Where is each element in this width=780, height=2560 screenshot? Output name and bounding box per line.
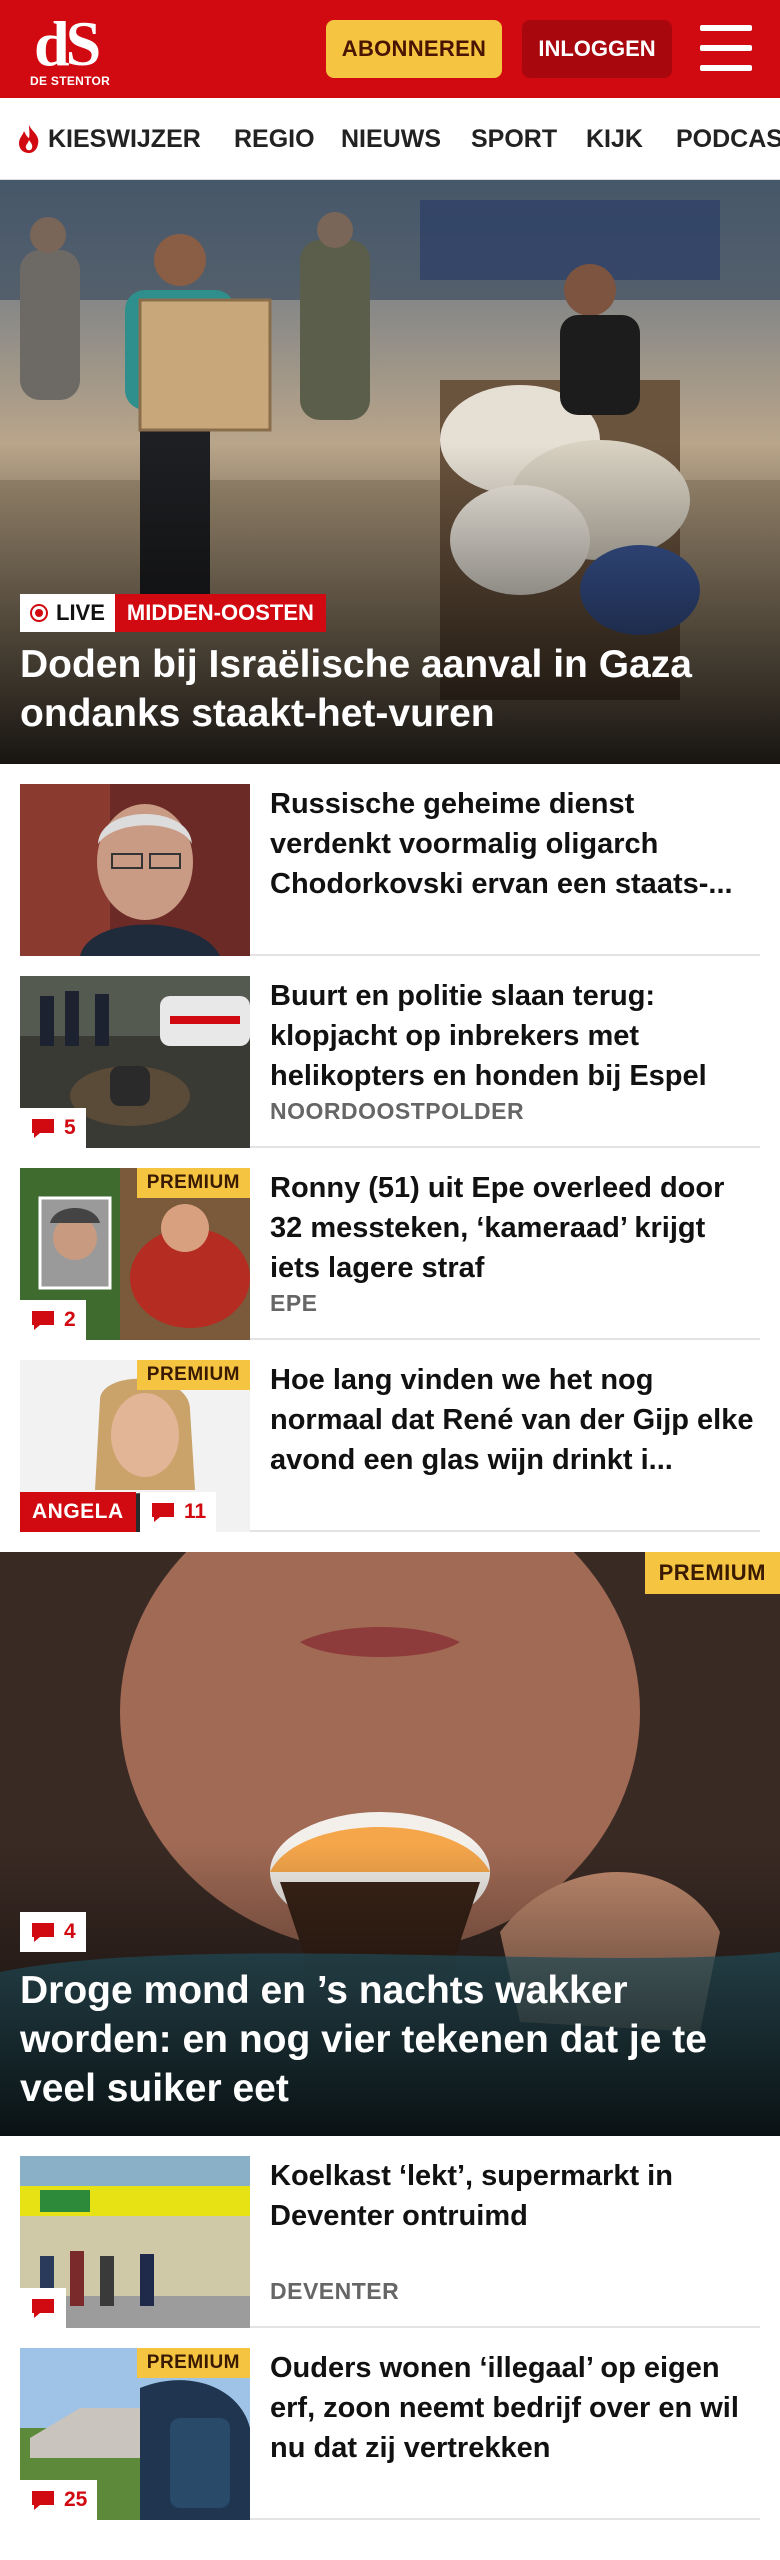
- article-item[interactable]: Koelkast ‘lekt’, supermarkt in Deventer …: [20, 2136, 760, 2328]
- comment-count-badge[interactable]: 5: [20, 1108, 86, 1148]
- comment-count: 4: [64, 1920, 76, 1943]
- comment-count: 5: [64, 1116, 76, 1139]
- article-item[interactable]: 5 Buurt en politie slaan terug: klopjach…: [20, 956, 760, 1148]
- premium-badge: PREMIUM: [644, 1552, 780, 1594]
- comment-count-badge[interactable]: 4: [20, 1912, 86, 1952]
- comment-count-badge[interactable]: 11: [140, 1492, 217, 1532]
- article-location: DEVENTER: [270, 2278, 400, 2304]
- comment-count: 2: [64, 1308, 76, 1331]
- article-title: Hoe lang vinden we het nog normaal dat R…: [270, 1364, 754, 1476]
- article-thumbnail: [20, 784, 250, 956]
- comment-icon: [152, 1503, 174, 1522]
- live-dot-icon: [30, 604, 48, 622]
- login-button[interactable]: INLOGGEN: [522, 20, 672, 78]
- article-location: NOORDOOSTPOLDER: [270, 1098, 525, 1124]
- article-title: Russische geheime dienst verdenkt voorma…: [270, 788, 733, 900]
- subscribe-button[interactable]: ABONNEREN: [326, 20, 502, 78]
- comment-count: 25: [64, 2488, 88, 2511]
- nav-item-regio[interactable]: REGIO: [234, 98, 315, 179]
- article-title: Buurt en politie slaan terug: klopjacht …: [270, 980, 707, 1092]
- logo-mark: dS: [34, 8, 101, 79]
- article-thumbnail: PREMIUM 2: [20, 1168, 250, 1340]
- author-tag[interactable]: ANGELA: [20, 1492, 136, 1532]
- site-logo[interactable]: dS DE STENTOR: [28, 8, 111, 89]
- nav-label: KIESWIJZER: [48, 124, 201, 153]
- article-title: Koelkast ‘lekt’, supermarkt in Deventer …: [270, 2160, 673, 2232]
- main-nav: KIESWIJZER REGIO NIEUWS SPORT KIJK PODCA…: [0, 98, 780, 180]
- article-item[interactable]: PREMIUM 2 Ronny (51) uit Epe overleed do…: [20, 1148, 760, 1340]
- comment-count-badge[interactable]: 25: [20, 2480, 98, 2520]
- comment-icon: [32, 2299, 54, 2318]
- hero-title[interactable]: Doden bij Israëlische aanval in Gaza ond…: [20, 640, 760, 738]
- article-thumbnail: PREMIUM ANGELA 11: [20, 1360, 250, 1532]
- logo-subtitle: DE STENTOR: [30, 74, 111, 88]
- article-item[interactable]: PREMIUM 25 Ouders wonen ‘illegaal’ op ei…: [20, 2328, 760, 2520]
- category-tag[interactable]: MIDDEN-OOSTEN: [114, 594, 326, 632]
- nav-item-kieswijzer[interactable]: KIESWIJZER: [16, 98, 201, 179]
- nav-item-podcast[interactable]: PODCAS: [676, 98, 780, 179]
- thumbnail-photo: [20, 784, 250, 956]
- nav-item-nieuws[interactable]: NIEUWS: [341, 98, 441, 179]
- article-title: Ouders wonen ‘illegaal’ op eigen erf, zo…: [270, 2352, 739, 2464]
- live-label: LIVE: [56, 600, 105, 625]
- comment-icon: [32, 1119, 54, 1138]
- hamburger-menu-icon[interactable]: [700, 25, 752, 71]
- premium-badge: PREMIUM: [136, 2348, 250, 2378]
- comment-count-badge[interactable]: [20, 2288, 66, 2328]
- article-item[interactable]: Russische geheime dienst verdenkt voorma…: [20, 764, 760, 956]
- article-item[interactable]: PREMIUM ANGELA 11 Hoe lang vinden we het…: [20, 1340, 760, 1532]
- article-thumbnail: PREMIUM 25: [20, 2348, 250, 2520]
- comment-icon: [32, 1923, 54, 1942]
- article-thumbnail: [20, 2156, 250, 2328]
- nav-item-kijk[interactable]: KIJK: [586, 98, 643, 179]
- comment-icon: [32, 1311, 54, 1330]
- premium-badge: PREMIUM: [136, 1168, 250, 1198]
- top-bar: dS DE STENTOR ABONNEREN INLOGGEN: [0, 0, 780, 98]
- article-thumbnail: 5: [20, 976, 250, 1148]
- premium-badge: PREMIUM: [136, 1360, 250, 1390]
- article-title: Ronny (51) uit Epe overleed door 32 mess…: [270, 1172, 725, 1284]
- feature-title[interactable]: Droge mond en ’s nachts wakker worden: e…: [20, 1966, 760, 2113]
- comment-icon: [32, 2491, 54, 2510]
- article-location: EPE: [270, 1290, 318, 1316]
- nav-item-sport[interactable]: SPORT: [471, 98, 557, 179]
- flame-icon: [19, 125, 39, 153]
- hero-badges: LIVE MIDDEN-OOSTEN: [20, 594, 326, 632]
- comment-count: 11: [184, 1500, 207, 1523]
- live-badge: LIVE: [20, 594, 115, 632]
- comment-count-badge[interactable]: 2: [20, 1300, 86, 1340]
